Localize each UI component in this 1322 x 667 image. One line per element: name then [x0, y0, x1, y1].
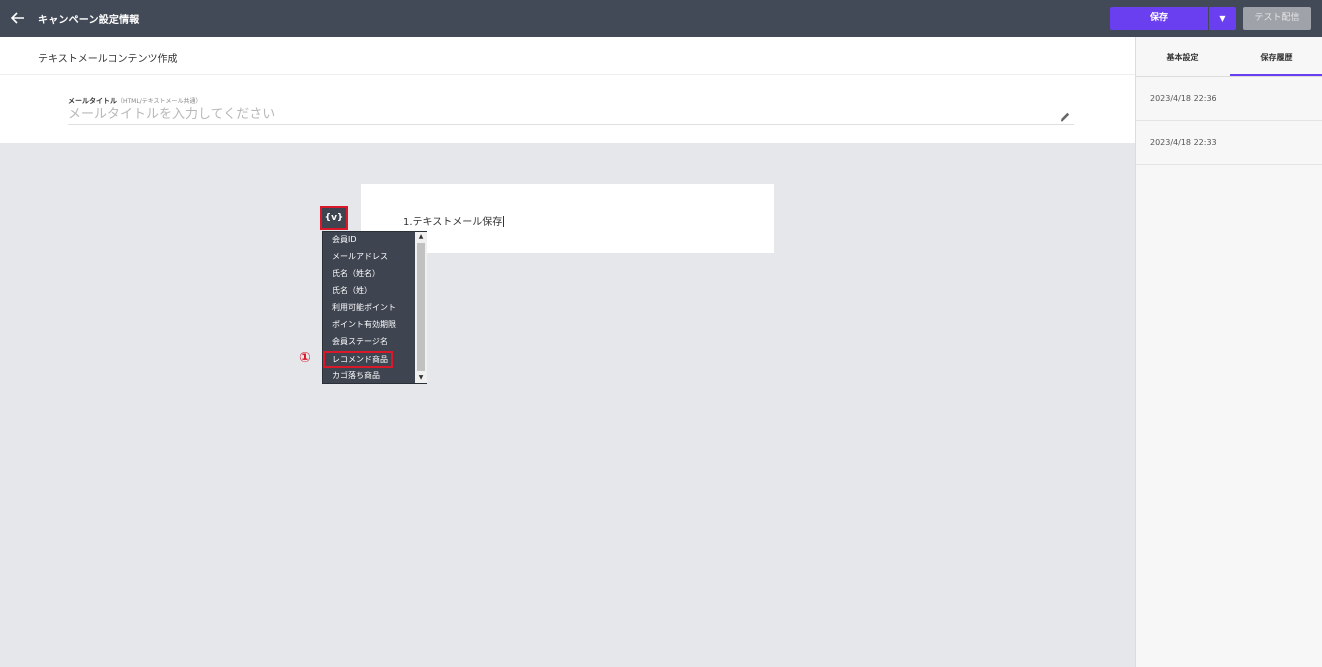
variable-dropdown: 会員ID メールアドレス 氏名（姓名） 氏名（姓） 利用可能ポイント ポイント有…: [322, 231, 427, 384]
variable-item-recommend-label: レコメンド商品: [323, 351, 393, 368]
text-caret: [503, 216, 505, 227]
variable-item[interactable]: メールアドレス: [323, 249, 415, 266]
section-title: テキストメールコンテンツ作成: [38, 54, 178, 65]
arrow-left-icon[interactable]: [8, 8, 28, 28]
mail-title-label-text: メールタイトル: [68, 97, 117, 105]
right-sidebar: 基本設定 保存履歴 2023/4/18 22:36 2023/4/18 22:3…: [1135, 37, 1322, 667]
variable-item[interactable]: 会員ID: [323, 232, 415, 249]
variable-list: 会員ID メールアドレス 氏名（姓名） 氏名（姓） 利用可能ポイント ポイント有…: [323, 232, 415, 385]
mail-title-sublabel: （HTML/テキストメール共通）: [117, 98, 202, 105]
variable-item[interactable]: ポイント有効期限: [323, 317, 415, 334]
insert-variable-button[interactable]: {v}: [320, 206, 348, 230]
variable-item[interactable]: 氏名（姓名）: [323, 266, 415, 283]
variable-item[interactable]: 会員ステージ名: [323, 334, 415, 351]
variable-item[interactable]: カゴ落ち商品: [323, 368, 415, 385]
mail-title-input[interactable]: [68, 105, 1074, 125]
editor-content[interactable]: 1.テキストメール保存: [403, 213, 505, 228]
tab-save-history[interactable]: 保存履歴: [1230, 37, 1322, 76]
pencil-icon[interactable]: [1059, 108, 1071, 122]
variable-item[interactable]: 利用可能ポイント: [323, 300, 415, 317]
editor-text: 1.テキストメール保存: [403, 217, 503, 228]
scrollbar-thumb[interactable]: [417, 243, 425, 371]
variable-item-recommend[interactable]: レコメンド商品: [323, 351, 415, 368]
header-divider: [0, 74, 1135, 75]
top-bar: キャンペーン設定情報 保存 ▼ テスト配信: [0, 0, 1322, 37]
dropdown-scrollbar[interactable]: ▲ ▼: [415, 232, 427, 383]
scroll-down-icon[interactable]: ▼: [415, 373, 427, 383]
test-send-button[interactable]: テスト配信: [1243, 7, 1311, 30]
tab-basic-settings[interactable]: 基本設定: [1136, 37, 1229, 76]
save-button[interactable]: 保存: [1110, 7, 1208, 30]
page-title: キャンペーン設定情報: [38, 15, 140, 26]
content-header-panel: テキストメールコンテンツ作成 メールタイトル（HTML/テキストメール共通）: [0, 37, 1135, 143]
history-item[interactable]: 2023/4/18 22:33: [1136, 121, 1322, 165]
step-marker: ①: [299, 350, 311, 366]
caret-down-icon[interactable]: ▼: [1209, 7, 1236, 30]
variable-item[interactable]: 氏名（姓）: [323, 283, 415, 300]
history-item[interactable]: 2023/4/18 22:36: [1136, 77, 1322, 121]
scroll-up-icon[interactable]: ▲: [415, 232, 427, 242]
